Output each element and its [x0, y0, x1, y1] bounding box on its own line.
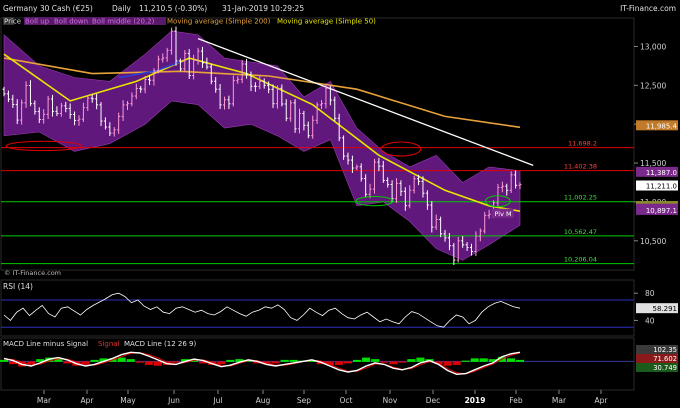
macd-histogram-bar	[506, 358, 515, 362]
macd-histogram-bar	[117, 357, 126, 362]
instrument-title: Germany 30 Cash (€25)	[3, 4, 93, 13]
time-tick-label: Mar	[37, 396, 52, 405]
price-tag-label: 11,211.0	[646, 183, 677, 191]
level-label: 11,402.38	[564, 163, 597, 171]
time-tick-label: Mar	[552, 396, 567, 405]
price-tag-label: 11,387.0	[646, 169, 677, 177]
time-tick-label: May	[120, 396, 136, 405]
macd-histogram-bar	[135, 361, 144, 363]
macd-histogram-bar	[479, 358, 488, 362]
time-tick-label: Aug	[256, 396, 271, 405]
time-tick-label: Apr	[595, 396, 609, 405]
legend-boll-up: Boll up	[25, 18, 50, 26]
macd-legend: MACD Line minus Signal Signal MACD Line …	[3, 340, 196, 348]
time-tick-label: Jul	[212, 396, 222, 405]
macd-histogram-bar	[461, 360, 470, 362]
macd-histogram-bar	[226, 359, 235, 362]
time-axis: Mar Apr May Jun Jul Aug Sep Oct Nov Dec 2019 Feb Mar…	[37, 390, 608, 405]
macd-histogram-bar	[380, 361, 389, 363]
legend-signal: Signal	[98, 340, 120, 348]
macd-histogram-bar	[217, 361, 226, 365]
pivot-label: Piv M	[495, 210, 512, 218]
time-tick-label: 2019	[465, 396, 486, 405]
datetime-label: 31-Jan-2019 10:29:25	[222, 4, 304, 13]
macd-histogram-bar	[470, 358, 479, 362]
macd-histogram-bar	[398, 361, 407, 363]
level-label: 11,698.2	[568, 140, 597, 148]
rsi-value-label: 58.291	[653, 305, 678, 313]
price-axis: 10,50011,00011,50012,00012,50013,000	[634, 42, 666, 246]
legend-ma50: Moving average (Simple 50)	[277, 18, 376, 26]
macd-histogram-bar	[407, 359, 416, 362]
macd-tag-label: 30.749	[653, 364, 677, 372]
macd-histogram-bar	[515, 359, 525, 362]
macd-histogram-bar	[153, 361, 162, 366]
level-label: 10,206.04	[564, 256, 597, 264]
price-tick-label: 10,500	[640, 237, 666, 246]
chart-canvas: Germany 30 Cash (€25) Daily 11,210.5 (-0…	[0, 0, 680, 405]
legend-boll-down: Boll down	[54, 18, 88, 26]
legend-price: Price	[4, 18, 21, 26]
time-tick-label: Sep	[297, 396, 311, 405]
time-tick-label: Jun	[167, 396, 180, 405]
price-tick-label: 12,500	[640, 81, 666, 90]
macd-histogram-bar	[171, 361, 181, 363]
legend-boll-middle: Boll middle (20,2)	[92, 18, 155, 26]
macd-histogram-bar	[90, 359, 99, 362]
support-resistance-lines: 11,698.2 11,402.38 11,002.25 10,562.47 10,20…	[1, 140, 634, 265]
macd-histogram-bar	[0, 359, 9, 362]
legend-ma200: Moving average (Simple 200)	[167, 18, 271, 26]
macd-histogram-bar	[389, 361, 398, 365]
price-legend: Price Boll up Boll down Boll middle (20,…	[3, 17, 376, 26]
rsi-line	[3, 292, 521, 328]
macd-histogram-bar	[416, 357, 425, 362]
macd-histogram-bar	[362, 357, 371, 362]
price-tag-label: 11,985.4	[646, 122, 678, 130]
level-label: 11,002.25	[564, 194, 597, 202]
macd-histogram-bar	[443, 361, 452, 366]
rsi-tick-label: 40	[645, 316, 655, 325]
legend-macd-line: MACD Line (12 26 9)	[124, 340, 196, 348]
price-tick-label: 13,000	[640, 42, 666, 51]
price-tag-label: 10,897.1	[646, 207, 677, 215]
timeframe-label: Daily	[112, 4, 132, 13]
time-tick-label: Oct	[340, 396, 353, 405]
annotation-ellipse	[380, 141, 422, 157]
macd-histogram-bar	[126, 359, 135, 362]
header-bar	[0, 0, 680, 16]
legend-macd-minus-signal: MACD Line minus Signal	[3, 340, 88, 348]
macd-histogram-bar	[271, 361, 280, 364]
time-tick-label: Apr	[81, 396, 95, 405]
macd-histogram-bar	[343, 361, 353, 364]
time-tick-label: Dec	[426, 396, 441, 405]
macd-tag-label: 102.35	[653, 346, 677, 354]
macd-histogram-bar	[144, 361, 153, 365]
time-tick-label: Nov	[383, 396, 398, 405]
macd-panel: 102.3571.60230.749	[0, 345, 678, 376]
rsi-panel: 40 80 58.291	[1, 289, 678, 328]
rsi-legend: RSI (14)	[3, 282, 33, 291]
watermark-label: © IT-Finance.com	[4, 269, 61, 277]
macd-histogram-bar	[371, 359, 380, 362]
macd-histogram-bar	[353, 359, 362, 362]
time-tick-label: Feb	[509, 396, 523, 405]
quote-label: 11,210.5 (-0.30%)	[139, 4, 207, 13]
macd-histogram-bar	[452, 361, 461, 365]
macd-histogram-bar	[289, 359, 298, 362]
level-label: 10,562.47	[564, 228, 597, 236]
price-tick-label: 11,500	[640, 159, 666, 168]
macd-histogram-bar	[334, 361, 343, 365]
rsi-tick-label: 80	[645, 289, 655, 298]
macd-tag-label: 71.602	[653, 355, 677, 363]
macd-histogram-bar	[280, 359, 289, 362]
brand-label: IT-Finance.com	[620, 4, 676, 13]
